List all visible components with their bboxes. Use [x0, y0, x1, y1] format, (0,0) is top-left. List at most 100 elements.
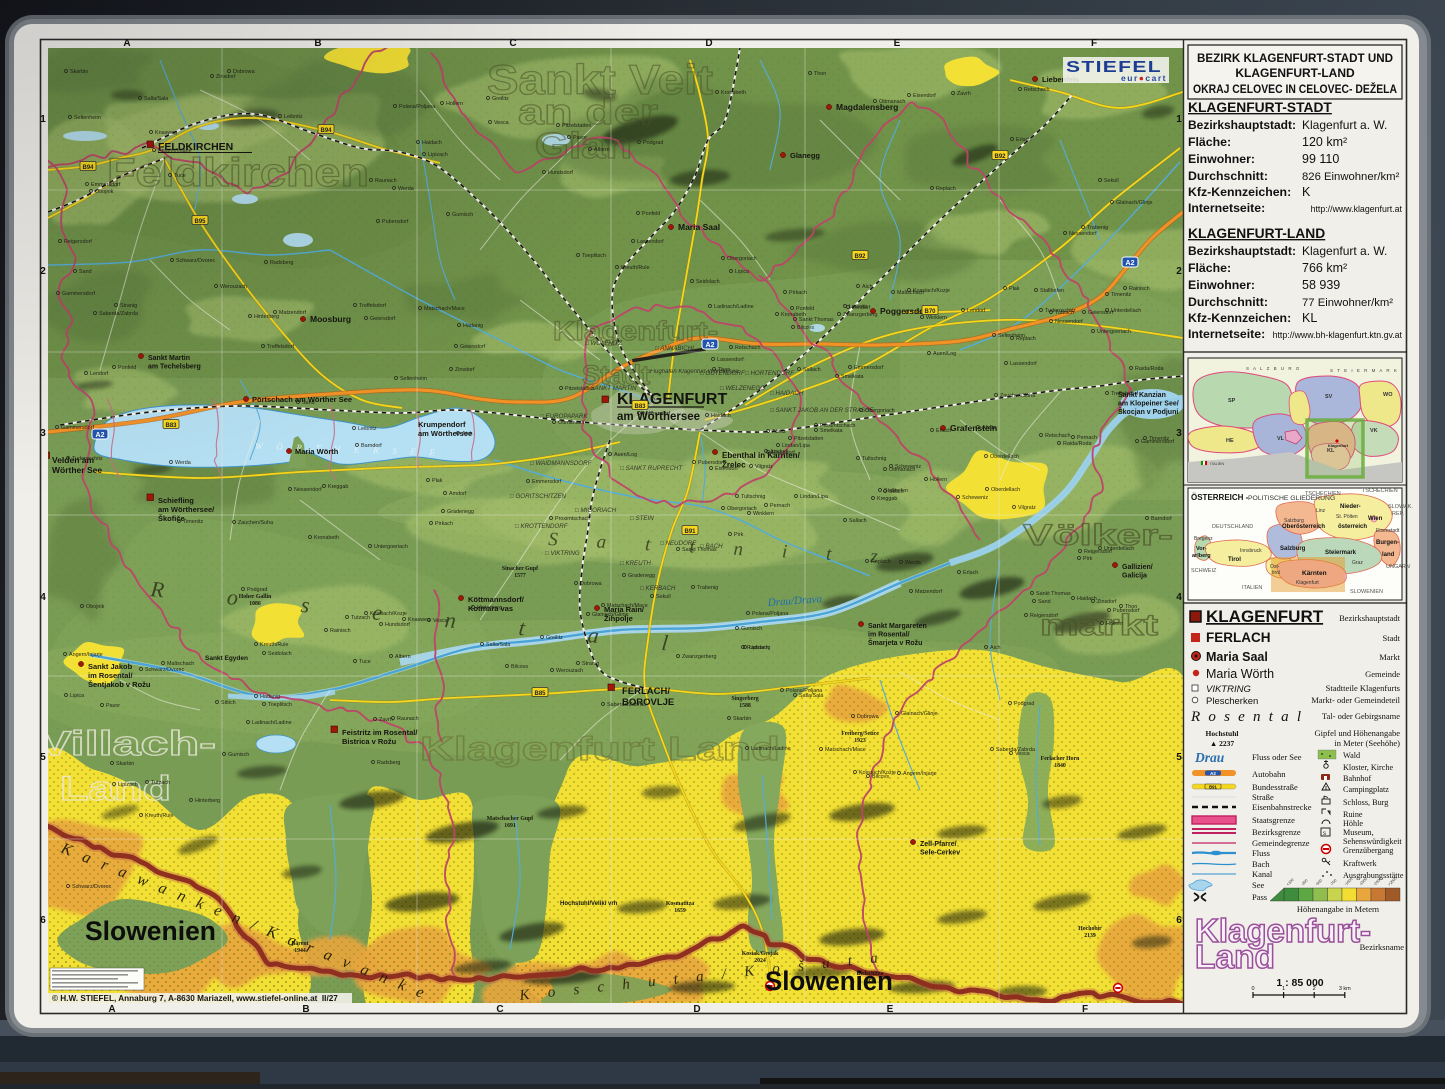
svg-text:Steiermark: Steiermark	[1325, 550, 1357, 556]
svg-text:Rainisch: Rainisch	[1129, 286, 1150, 292]
svg-text:Bezirksgrenze: Bezirksgrenze	[1252, 827, 1301, 837]
svg-text:österreich: österreich	[1338, 524, 1367, 530]
svg-text:□ HAIDACH: □ HAIDACH	[770, 390, 804, 397]
svg-text:Fluss: Fluss	[1252, 848, 1270, 858]
svg-text:TSCHECHIEN: TSCHECHIEN	[1305, 491, 1341, 497]
svg-text:Pubersdorf: Pubersdorf	[698, 460, 725, 466]
svg-text:Tal- oder Gebirgsname: Tal- oder Gebirgsname	[1322, 711, 1400, 721]
svg-text:Werda: Werda	[905, 560, 921, 566]
svg-text:58 939: 58 939	[1302, 278, 1340, 292]
svg-text:2: 2	[1176, 266, 1182, 277]
svg-text:4: 4	[1176, 592, 1182, 603]
svg-text:Klagenfurt: Klagenfurt	[1296, 580, 1319, 586]
svg-text:Knasweg: Knasweg	[408, 617, 430, 623]
svg-text:Albern: Albern	[395, 654, 411, 660]
svg-text:Thon: Thon	[814, 71, 826, 77]
svg-text:am Klopeiner See/: am Klopeiner See/	[1118, 401, 1179, 408]
svg-text:Salla/Sala: Salla/Sala	[799, 693, 823, 699]
svg-text:Maltschach: Maltschach	[167, 661, 194, 667]
svg-text:□ STEIN: □ STEIN	[630, 515, 654, 522]
svg-text:Stranig: Stranig	[582, 661, 599, 667]
svg-text:TSCHECHIEN: TSCHECHIEN	[1362, 488, 1398, 494]
svg-text:1691: 1691	[504, 823, 516, 829]
svg-text:Abritz: Abritz	[772, 429, 786, 435]
svg-text:C: C	[496, 1004, 503, 1015]
svg-text:▲ 2237: ▲ 2237	[1210, 739, 1235, 748]
svg-text:VL: VL	[1277, 436, 1285, 442]
svg-text:Tuce: Tuce	[359, 659, 371, 665]
svg-text:Timenitz: Timenitz	[183, 519, 203, 525]
svg-text:Land: Land	[1195, 938, 1275, 975]
svg-text:1659: 1659	[674, 908, 686, 914]
svg-text:Sallach: Sallach	[849, 518, 867, 524]
svg-text:FERLACH/: FERLACH/	[622, 686, 670, 697]
svg-text:Haidach: Haidach	[1077, 596, 1097, 602]
svg-text:Zavrh: Zavrh	[379, 717, 393, 723]
svg-text:Kärnten: Kärnten	[1302, 570, 1327, 577]
svg-text:Kosmatitza: Kosmatitza	[666, 901, 694, 907]
svg-text:Gradenegg: Gradenegg	[447, 509, 474, 515]
svg-text:Werouzach: Werouzach	[556, 668, 583, 674]
svg-text:Ladinach/Ladine: Ladinach/Ladine	[714, 304, 754, 310]
svg-text:Vor-: Vor-	[1196, 546, 1207, 552]
svg-text:Pitzelstatten: Pitzelstatten	[794, 436, 823, 442]
svg-text:Lendorf: Lendorf	[967, 308, 986, 314]
svg-text:Eixendorf: Eixendorf	[772, 450, 795, 456]
svg-text:Matschach/Mace: Matschach/Mace	[607, 603, 648, 609]
svg-text:Sankt Jakob: Sankt Jakob	[88, 662, 133, 671]
svg-text:E: E	[894, 38, 901, 49]
svg-text:Aich: Aich	[990, 645, 1001, 651]
svg-text:Bach: Bach	[1252, 859, 1270, 869]
svg-text:Lipica: Lipica	[735, 269, 749, 275]
svg-text:Gipfel und Höhenangabe: Gipfel und Höhenangabe	[1315, 728, 1401, 738]
svg-text:Sankt Thomas: Sankt Thomas	[682, 547, 717, 553]
svg-text:land: land	[1382, 552, 1395, 558]
svg-text:Zell-Pfarre/: Zell-Pfarre/	[920, 841, 957, 848]
svg-text:im Rosental/: im Rosental/	[868, 632, 910, 639]
svg-text:Plak: Plak	[1009, 286, 1020, 292]
svg-text:Lipica: Lipica	[70, 693, 84, 699]
svg-text:ITALIEN: ITALIEN	[1242, 585, 1262, 591]
svg-text:Internetseite:: Internetseite:	[1188, 327, 1265, 341]
svg-text:5: 5	[40, 752, 46, 763]
svg-text:3 km: 3 km	[1339, 986, 1351, 992]
svg-text:1944: 1944	[294, 948, 306, 954]
svg-text:Oberösterreich: Oberösterreich	[1282, 524, 1325, 530]
svg-text:Fläche:: Fläche:	[1188, 135, 1231, 149]
svg-text:Pirk: Pirk	[734, 532, 744, 538]
svg-text:Angern/Injarje: Angern/Injarje	[69, 652, 103, 658]
svg-text:REP.: REP.	[1392, 511, 1405, 517]
svg-text:im Rosental/: im Rosental/	[88, 671, 134, 680]
svg-text:Auen/Log: Auen/Log	[933, 351, 956, 357]
svg-text:Sankt Thomas: Sankt Thomas	[1036, 591, 1071, 597]
svg-text:Gemeinde: Gemeinde	[1365, 669, 1400, 679]
svg-text:Kfz-Kennzeichen:: Kfz-Kennzeichen:	[1188, 185, 1291, 199]
svg-text:K: K	[1302, 185, 1311, 199]
svg-text:Sekull: Sekull	[656, 594, 671, 600]
svg-text:Sallach: Sallach	[803, 367, 821, 373]
svg-text:0: 0	[1251, 986, 1254, 992]
svg-text:Burgen-: Burgen-	[1376, 540, 1399, 546]
svg-text:□ MIGORIACH: □ MIGORIACH	[575, 507, 617, 514]
svg-text:1: 1	[1176, 114, 1182, 125]
svg-text:See: See	[1252, 880, 1265, 890]
svg-text:Singerberg: Singerberg	[731, 696, 758, 702]
svg-text:Glainach/Glinje: Glainach/Glinje	[592, 612, 629, 618]
svg-text:Hinterberg: Hinterberg	[195, 798, 220, 804]
svg-text:Ottmanach: Ottmanach	[879, 99, 905, 105]
svg-text:6: 6	[1176, 915, 1182, 926]
svg-text:Einwohner:: Einwohner:	[1188, 278, 1255, 292]
svg-text:2024: 2024	[754, 958, 766, 964]
svg-text:Skarbin: Skarbin	[116, 761, 134, 767]
svg-text:Pernach: Pernach	[770, 503, 790, 509]
svg-text:SV: SV	[1325, 394, 1333, 400]
svg-text:Klagenfurt a. W.: Klagenfurt a. W.	[1302, 118, 1387, 132]
svg-text:Campingplatz: Campingplatz	[1343, 785, 1389, 794]
svg-text:Šmarjeta v Rožu: Šmarjeta v Rožu	[868, 638, 922, 647]
svg-text:Raida/Roda: Raida/Roda	[1135, 366, 1163, 372]
svg-text:Fläche:: Fläche:	[1188, 261, 1231, 275]
svg-text:Graz: Graz	[1352, 560, 1363, 566]
svg-text:Kronabeth: Kronabeth	[314, 535, 339, 541]
svg-text:FERLACH: FERLACH	[1206, 630, 1271, 645]
svg-text:KL: KL	[1327, 448, 1335, 454]
